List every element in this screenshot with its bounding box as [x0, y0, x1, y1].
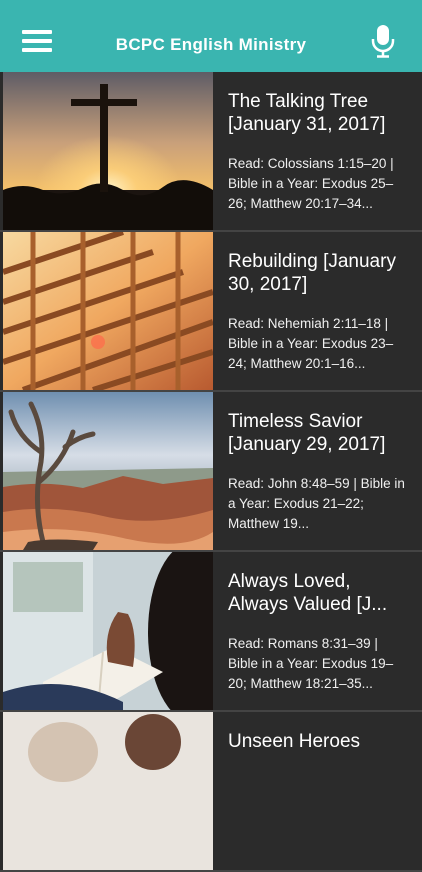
post-title: Rebuilding [January 30, 2017] [228, 251, 396, 295]
list-item[interactable]: Rebuilding [January 30, 2017] Read: Nehe… [0, 232, 422, 392]
post-description: Read: Nehemiah 2:11–18 | Bible in a Year… [228, 316, 394, 371]
post-title: Timeless Savior [January 29, 2017] [228, 411, 386, 455]
list-item[interactable]: Timeless Savior [January 29, 2017] Read:… [0, 392, 422, 552]
people-image [3, 712, 213, 870]
post-description: Read: John 8:48–59 | Bible in a Year: Ex… [228, 476, 405, 531]
canyon-tree-image [3, 392, 213, 550]
post-description: Read: Colossians 1:15–20 | Bible in a Ye… [228, 156, 394, 211]
microphone-icon[interactable] [369, 24, 397, 58]
list-item[interactable]: The Talking Tree [January 31, 2017] Read… [0, 72, 422, 232]
house-frame-image [3, 232, 213, 390]
post-description: Read: Romans 8:31–39 | Bible in a Year: … [228, 636, 394, 691]
post-title: The Talking Tree [January 31, 2017] [228, 91, 386, 135]
app-title: BCPC English Ministry [115, 35, 307, 54]
app-header: BCPC English Ministry [0, 0, 422, 72]
list-item[interactable]: Always Loved, Always Valued [J... Read: … [0, 552, 422, 712]
cross-sunset-image [3, 72, 213, 230]
devotional-list: The Talking Tree [January 31, 2017] Read… [0, 72, 422, 872]
list-item[interactable]: Unseen Heroes [0, 712, 422, 872]
praying-bible-image [3, 552, 213, 710]
post-title: Always Loved, Always Valued [J... [228, 571, 388, 615]
